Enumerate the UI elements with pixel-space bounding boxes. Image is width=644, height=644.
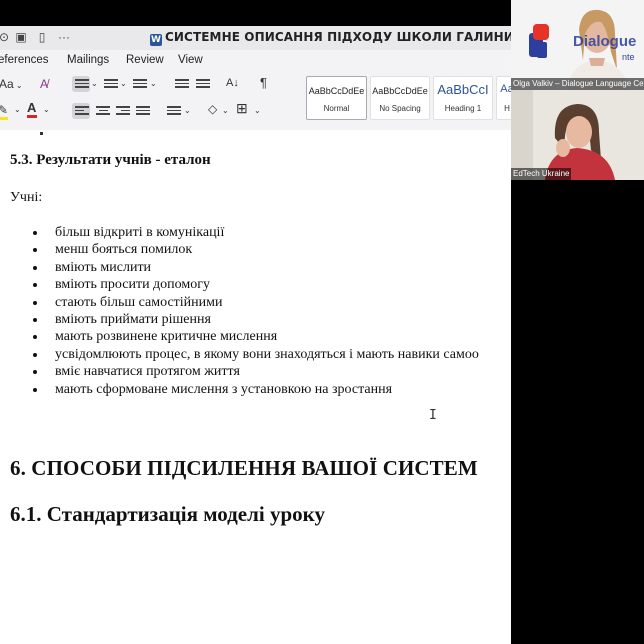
- heading-6-1: 6.1. Стандартизація моделі уроку: [10, 502, 325, 526]
- chevron-down-icon[interactable]: ⌄: [14, 102, 21, 118]
- style-heading-1[interactable]: AaBbCcI Heading 1: [433, 76, 493, 120]
- list-item: більш відкриті в комунікації: [0, 224, 479, 241]
- video-tile-edtech[interactable]: EdTech Ukraine: [511, 90, 644, 180]
- numbered-list-icon[interactable]: [104, 79, 118, 90]
- word-doc-icon: W: [150, 34, 162, 46]
- chevron-down-icon[interactable]: ⌄: [254, 103, 261, 119]
- align-left-icon: [75, 106, 89, 117]
- chevron-down-icon[interactable]: ⌄: [150, 76, 157, 92]
- style-name: No Spacing: [379, 104, 421, 113]
- style-no-spacing[interactable]: AaBbCcDdEe No Spacing: [370, 76, 430, 120]
- chevron-down-icon[interactable]: ⌄: [120, 76, 127, 92]
- participant-name: Olga Valkiv – Dialogue Language Ce: [511, 78, 644, 90]
- chevron-down-icon[interactable]: ⌄: [43, 102, 50, 118]
- document-icon[interactable]: ▯: [35, 30, 49, 44]
- chevron-down-icon[interactable]: ⌄: [222, 103, 229, 119]
- list-item: стають більш самостійними: [0, 294, 479, 311]
- list-item: усвідомлюють процес, в якому вони знаход…: [0, 346, 479, 363]
- document-page[interactable]: 5.3. Результати учнів - еталон Учні: біл…: [0, 130, 511, 644]
- justify-icon[interactable]: [136, 106, 150, 117]
- style-sample: AaBbCcDdEe: [308, 86, 365, 96]
- list-item: вміє навчатися протягом життя: [0, 363, 479, 380]
- change-case-label: Aa: [0, 77, 14, 91]
- tab-mailings[interactable]: Mailings: [67, 54, 109, 66]
- pilcrow-icon[interactable]: ¶: [260, 75, 267, 91]
- save-icon[interactable]: ▣: [14, 30, 28, 44]
- heading-5-3: 5.3. Результати учнів - еталон: [10, 152, 211, 168]
- styles-gallery: AaBbCcDdEe Normal AaBbCcDdEe No Spacing …: [304, 76, 511, 120]
- title-bar: ⊙ ▣ ▯ ··· W СИСТЕМНЕ ОПИСАННЯ ПІДХОДУ ШКО…: [0, 26, 511, 51]
- font-color-swatch: [27, 115, 37, 118]
- document-title[interactable]: W СИСТЕМНЕ ОПИСАННЯ ПІДХОДУ ШКОЛИ ГАЛИНИ …: [150, 30, 511, 46]
- empty-video-area: [511, 180, 644, 644]
- list-item: менш бояться помилок: [0, 241, 479, 258]
- style-sample: AaBbCcDdEe: [372, 86, 428, 96]
- chevron-down-icon[interactable]: ⌄: [184, 103, 191, 119]
- ribbon-tabs: eferences Mailings Review View: [0, 50, 511, 72]
- list-item: вміють приймати рішення: [0, 311, 479, 328]
- list-item: вміють мислити: [0, 259, 479, 276]
- style-sample: Aa: [500, 83, 511, 95]
- bullet-list-icon: [75, 79, 89, 90]
- chevron-down-icon[interactable]: ⌄: [91, 76, 98, 92]
- style-name: H: [504, 104, 510, 113]
- participant-video: [511, 90, 644, 180]
- change-case-button[interactable]: Aa ⌄: [0, 76, 23, 94]
- increase-indent-icon[interactable]: [196, 79, 210, 90]
- participant-name: EdTech Ukraine: [511, 168, 572, 180]
- tab-references[interactable]: eferences: [0, 54, 49, 66]
- style-sample: AaBbCcI: [437, 82, 489, 97]
- list-item: вміють просити допомогу: [0, 276, 479, 293]
- align-left-button[interactable]: [72, 103, 90, 119]
- highlight-icon[interactable]: ✎: [0, 102, 8, 120]
- heading-6: 6. СПОСОБИ ПІДСИЛЕННЯ ВАШОЇ СИСТЕМ: [10, 456, 478, 480]
- logo-text: Dialogue: [573, 33, 637, 50]
- decrease-indent-icon[interactable]: [175, 79, 189, 90]
- style-heading-2[interactable]: Aa H: [496, 76, 511, 120]
- tab-review[interactable]: Review: [126, 54, 164, 66]
- more-icon[interactable]: ···: [56, 30, 72, 44]
- word-window: ⊙ ▣ ▯ ··· W СИСТЕМНЕ ОПИСАННЯ ПІДХОДУ ШКО…: [0, 26, 511, 644]
- style-name: Heading 1: [444, 104, 482, 113]
- bullets-button[interactable]: [72, 76, 90, 92]
- video-tile-olga[interactable]: Dialogue nte Olga Valkiv – Dialogue Lang…: [511, 0, 644, 90]
- text-cursor-icon: I: [429, 408, 437, 423]
- list-item: мають розвинене критичне мислення: [0, 328, 479, 345]
- chevron-down-icon: ⌄: [13, 81, 23, 90]
- list-item: мають сформоване мислення з установкою н…: [0, 381, 479, 398]
- results-bullet-list: більш відкриті в комунікації менш боятьс…: [0, 224, 479, 398]
- ribbon-toolbar: Aa ⌄ A̸ ⌄ ⌄ ⌄ A↓ ¶ ✎ ⌄ A ⌄ ⌄ ◇ ⌄ ⊞ ⌄ AaB…: [0, 72, 511, 131]
- multilevel-list-icon[interactable]: [133, 79, 147, 90]
- video-panel: Dialogue nte Olga Valkiv – Dialogue Lang…: [511, 0, 644, 644]
- style-normal[interactable]: AaBbCcDdEe Normal: [306, 76, 367, 120]
- text-fragment: [40, 132, 43, 135]
- borders-icon[interactable]: ⊞: [236, 100, 248, 116]
- shading-icon[interactable]: ◇: [208, 101, 217, 117]
- line-spacing-icon[interactable]: [167, 106, 181, 117]
- clear-formatting-icon[interactable]: A̸: [40, 76, 48, 92]
- tab-view[interactable]: View: [178, 54, 203, 66]
- style-name: Normal: [323, 104, 350, 113]
- align-right-icon[interactable]: [116, 106, 130, 117]
- autosave-icon[interactable]: ⊙: [0, 30, 11, 44]
- sort-icon[interactable]: A↓: [226, 75, 239, 91]
- logo-subtext: nte: [622, 52, 635, 62]
- students-label: Учні:: [10, 190, 43, 205]
- align-center-icon[interactable]: [96, 106, 110, 117]
- highlight-color-swatch: [0, 117, 8, 120]
- document-title-text: СИСТЕМНЕ ОПИСАННЯ ПІДХОДУ ШКОЛИ ГАЛИНИ: [165, 30, 511, 44]
- font-color-icon[interactable]: A: [27, 100, 37, 118]
